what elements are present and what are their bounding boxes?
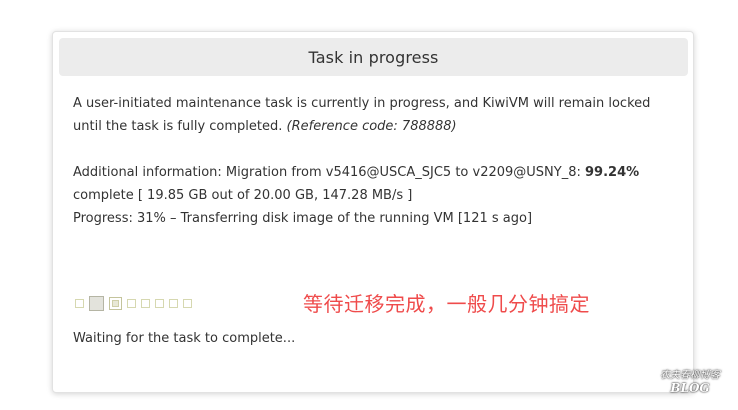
screen: Task in progress A user-initiated mainte…	[0, 0, 738, 410]
spinner-square-trail	[109, 297, 122, 310]
spinner-square	[169, 299, 178, 308]
progress-line: Progress: 31% – Transferring disk image …	[73, 211, 533, 226]
spinner-square	[183, 299, 192, 308]
spinner-square	[127, 299, 136, 308]
loading-spinner	[75, 296, 192, 311]
spinner-square-active	[89, 296, 104, 311]
main-message-paragraph: A user-initiated maintenance task is cur…	[73, 92, 673, 138]
annotation-note: 等待迁移完成，一般几分钟搞定	[303, 292, 590, 316]
additional-suffix: complete [ 19.85 GB out of 20.00 GB, 147…	[73, 188, 413, 203]
task-message: A user-initiated maintenance task is cur…	[73, 92, 673, 230]
spinner-square	[75, 299, 84, 308]
additional-info: Additional information: Migration from v…	[73, 161, 673, 207]
panel-header: Task in progress	[59, 38, 688, 76]
task-panel: Task in progress A user-initiated mainte…	[52, 31, 694, 393]
waiting-text: Waiting for the task to complete...	[73, 331, 296, 346]
reference-code: (Reference code: 788888)	[286, 119, 457, 134]
migration-percent: 99.24%	[585, 165, 640, 180]
panel-title: Task in progress	[308, 47, 439, 67]
additional-prefix: Additional information: Migration from v…	[73, 165, 581, 180]
spinner-square	[141, 299, 150, 308]
spinner-square	[155, 299, 164, 308]
blog-watermark-logo: 农夫春柳博客 BLOG	[656, 370, 724, 400]
watermark-line2: BLOG	[670, 381, 710, 395]
